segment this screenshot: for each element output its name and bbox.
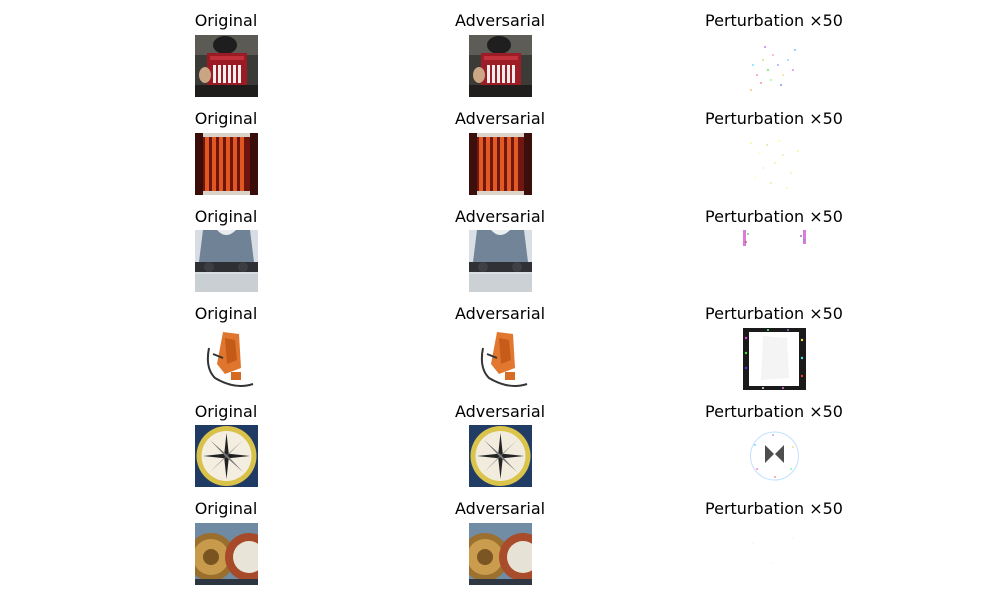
perturbation-image-red-accordion-bellows	[743, 133, 806, 195]
perturbation-title: Perturbation ×50	[705, 109, 843, 128]
original-image-accordion-player	[195, 35, 258, 97]
adversarial-title: Adversarial	[454, 499, 546, 518]
adversarial-title: Adversarial	[454, 11, 546, 30]
perturbation-image-barometer-dials	[743, 523, 806, 585]
original-title: Original	[194, 11, 258, 30]
adversarial-image-barometer-dials	[469, 523, 532, 585]
original-title: Original	[194, 499, 258, 518]
original-title: Original	[194, 207, 258, 226]
adversarial-title: Adversarial	[454, 109, 546, 128]
adversarial-title: Adversarial	[454, 207, 546, 226]
perturbation-image-person-with-handlebar	[743, 230, 806, 292]
original-title: Original	[194, 304, 258, 323]
perturbation-title: Perturbation ×50	[705, 499, 843, 518]
perturbation-image-orange-backpack-frame	[743, 328, 806, 390]
adversarial-image-red-accordion-bellows	[469, 133, 532, 195]
perturbation-title: Perturbation ×50	[705, 207, 843, 226]
perturbation-title: Perturbation ×50	[705, 11, 843, 30]
perturbation-title: Perturbation ×50	[705, 304, 843, 323]
perturbation-title: Perturbation ×50	[705, 402, 843, 421]
adversarial-title: Adversarial	[454, 304, 546, 323]
adversarial-image-person-with-handlebar	[469, 230, 532, 292]
original-image-red-accordion-bellows	[195, 133, 258, 195]
original-image-gold-compass	[195, 425, 258, 487]
perturbation-image-gold-compass	[743, 425, 806, 487]
original-title: Original	[194, 402, 258, 421]
original-image-orange-backpack-frame	[195, 328, 258, 390]
adversarial-image-orange-backpack-frame	[469, 328, 532, 390]
original-title: Original	[194, 109, 258, 128]
adversarial-image-gold-compass	[469, 425, 532, 487]
perturbation-image-accordion-player	[743, 35, 806, 97]
original-image-barometer-dials	[195, 523, 258, 585]
adversarial-image-accordion-player	[469, 35, 532, 97]
adversarial-title: Adversarial	[454, 402, 546, 421]
original-image-person-with-handlebar	[195, 230, 258, 292]
